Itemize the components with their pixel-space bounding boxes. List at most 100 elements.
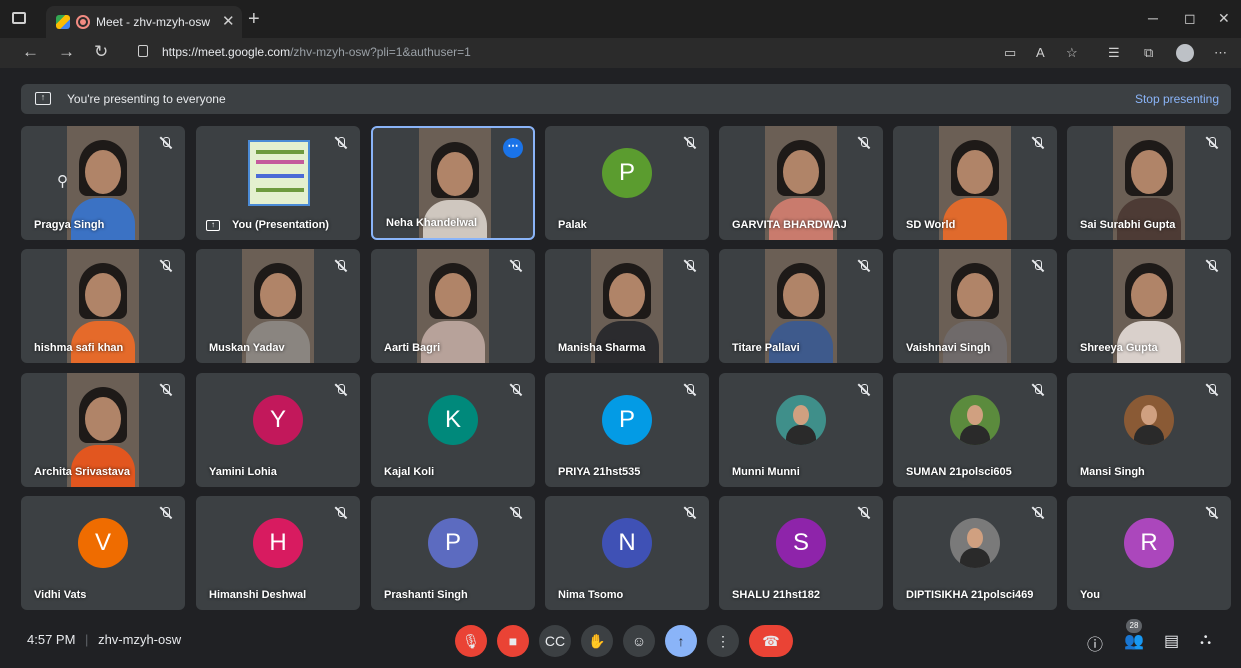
avatar-body (960, 425, 990, 445)
participant-tile[interactable]: H Himanshi Deshwal (196, 496, 360, 610)
refresh-icon[interactable]: ↻ (94, 42, 108, 62)
avatar-letter: P (444, 529, 461, 556)
add-favorite-icon[interactable]: ☆ (1066, 45, 1078, 61)
participant-tile[interactable]: Aarti Bagri (371, 249, 535, 363)
raise-hand-button[interactable]: ✋ (581, 625, 613, 657)
pin-icon[interactable]: ⚲ (57, 172, 68, 190)
leave-call-button[interactable]: ☎ (749, 625, 793, 657)
participant-tile[interactable]: R You (1067, 496, 1231, 610)
participant-tile[interactable]: V Vidhi Vats (21, 496, 185, 610)
participant-name: Shreeya Gupta (1080, 342, 1158, 354)
avatar: K (428, 395, 478, 445)
mic-off-icon (509, 259, 523, 273)
address-bar: ← → ↻ https://meet.google.com/zhv-mzyh-o… (0, 38, 1241, 68)
participant-name: Himanshi Deshwal (209, 589, 307, 601)
presentation-thumbnail (248, 140, 310, 206)
mic-off-icon (857, 136, 871, 150)
participant-tile[interactable]: Mansi Singh (1067, 373, 1231, 487)
camera-permission-icon[interactable]: ▭ (1004, 45, 1016, 61)
stop-presenting-button[interactable]: Stop presenting (1135, 92, 1219, 106)
participant-tile[interactable]: K Kajal Koli (371, 373, 535, 487)
avatar: Y (253, 395, 303, 445)
more-options-button[interactable]: ⋮ (707, 625, 739, 657)
url-field[interactable]: https://meet.google.com/zhv-mzyh-osw?pli… (124, 41, 964, 65)
avatar-face (1141, 405, 1157, 425)
participant-name: Pragya Singh (34, 219, 105, 231)
participant-tile[interactable]: S SHALU 21hst182 (719, 496, 883, 610)
participant-tile[interactable]: Sai Surabhi Gupta (1067, 126, 1231, 240)
people-icon[interactable]: 👥 (1124, 631, 1144, 651)
avatar-letter: K (444, 406, 461, 433)
participant-tile[interactable]: Archita Srivastava (21, 373, 185, 487)
participant-tile[interactable]: P PRIYA 21hst535 (545, 373, 709, 487)
clock-time: 4:57 PM (27, 632, 76, 647)
participant-tile[interactable]: DIPTISIKHA 21polsci469 (893, 496, 1057, 610)
back-icon[interactable]: ← (22, 42, 39, 62)
meeting-details-icon[interactable]: ⓘ (1087, 631, 1103, 655)
reactions-button[interactable]: ☺ (623, 625, 655, 657)
tab-actions-icon[interactable] (12, 12, 26, 24)
participant-tile[interactable]: Titare Pallavi (719, 249, 883, 363)
participant-tile[interactable]: SD World (893, 126, 1057, 240)
activities-icon[interactable]: ⛬ (1200, 631, 1211, 649)
participant-tile[interactable]: Manisha Sharma (545, 249, 709, 363)
more-options-icon[interactable]: ⋯ (503, 138, 523, 158)
restore-icon[interactable]: ◻ (1184, 10, 1196, 27)
video-face (783, 273, 819, 317)
video-face (85, 397, 121, 441)
close-tab-icon[interactable]: ✕ (222, 12, 235, 30)
participant-tile[interactable]: ↑ You (Presentation) (196, 126, 360, 240)
video-face (1131, 150, 1167, 194)
video-face (783, 150, 819, 194)
url-text: https://meet.google.com/zhv-mzyh-osw?pli… (162, 45, 471, 59)
participant-tile[interactable]: P Palak (545, 126, 709, 240)
participant-tile[interactable]: Vaishnavi Singh (893, 249, 1057, 363)
participant-name: Archita Srivastava (34, 466, 130, 478)
avatar-face (967, 405, 983, 425)
participant-name: Neha Khandelwal (386, 217, 478, 229)
participant-name: Mansi Singh (1080, 466, 1145, 478)
mic-off-icon (159, 383, 173, 397)
avatar-letter: Y (269, 406, 286, 433)
participant-tile[interactable]: Shreeya Gupta (1067, 249, 1231, 363)
avatar-body (1134, 425, 1164, 445)
read-aloud-icon[interactable]: A (1036, 45, 1045, 60)
presenting-banner: ↑ You're presenting to everyone Stop pre… (21, 84, 1231, 114)
mic-off-icon (334, 259, 348, 273)
video-face (260, 273, 296, 317)
close-window-icon[interactable]: ✕ (1218, 10, 1230, 27)
participant-tile[interactable]: Muskan Yadav (196, 249, 360, 363)
participant-tile[interactable]: SUMAN 21polsci605 (893, 373, 1057, 487)
profile-icon[interactable] (1176, 44, 1194, 62)
chat-icon[interactable]: ▤ (1164, 631, 1179, 651)
minimize-icon[interactable]: ─ (1148, 10, 1158, 26)
participant-name: Titare Pallavi (732, 342, 800, 354)
present-screen-icon: ↑ (35, 92, 51, 105)
tab-title: Meet - zhv-mzyh-osw (96, 15, 211, 29)
participant-name: hishma safi khan (34, 342, 124, 354)
favorites-icon[interactable]: ☰ (1108, 45, 1120, 61)
participant-tile[interactable]: P Prashanti Singh (371, 496, 535, 610)
captions-button[interactable]: CC (539, 625, 571, 657)
participant-tile[interactable]: GARVITA BHARDWAJ (719, 126, 883, 240)
mic-toggle-button[interactable]: 🎙 (455, 625, 487, 657)
lock-icon[interactable] (138, 45, 148, 57)
participant-tile[interactable]: Y Yamini Lohia (196, 373, 360, 487)
participant-tile[interactable]: N Nima Tsomo (545, 496, 709, 610)
participant-tile[interactable]: ⋯ Neha Khandelwal (371, 126, 535, 240)
participant-tile[interactable]: hishma safi khan (21, 249, 185, 363)
participant-tile[interactable]: ⚲ Pragya Singh (21, 126, 185, 240)
present-button[interactable]: ↑ (665, 625, 697, 657)
collections-icon[interactable]: ⧉ (1144, 45, 1153, 61)
more-menu-icon[interactable]: ⋯ (1214, 45, 1227, 61)
participant-name: Kajal Koli (384, 466, 435, 478)
participant-tile[interactable]: Munni Munni (719, 373, 883, 487)
participant-count-badge: 28 (1126, 619, 1142, 633)
new-tab-icon[interactable]: + (248, 8, 260, 31)
mic-off-icon (683, 506, 697, 520)
forward-icon[interactable]: → (58, 42, 75, 62)
camera-toggle-button[interactable]: ■ (497, 625, 529, 657)
mic-off-icon (683, 383, 697, 397)
avatar-letter: P (618, 159, 635, 186)
browser-tab[interactable]: Meet - zhv-mzyh-osw ✕ (46, 6, 242, 38)
